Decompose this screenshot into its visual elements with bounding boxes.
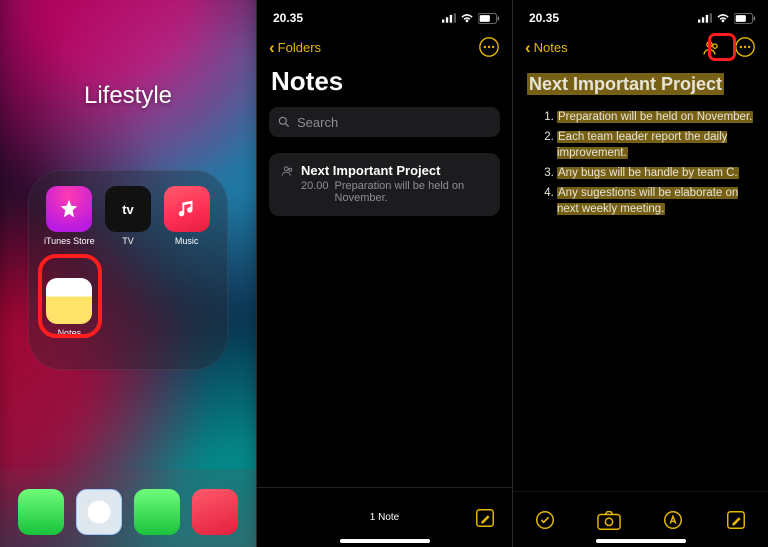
list-item: Any bugs will be handle by team C. bbox=[557, 165, 754, 182]
note-title: Next Important Project bbox=[527, 73, 724, 95]
home-indicator[interactable] bbox=[340, 539, 430, 543]
list-item: Each team leader report the daily improv… bbox=[557, 129, 754, 162]
wifi-icon bbox=[460, 13, 474, 23]
star-icon bbox=[46, 186, 92, 232]
highlight-box bbox=[708, 33, 736, 61]
back-button[interactable]: ‹ Folders bbox=[269, 39, 321, 56]
search-icon bbox=[277, 115, 291, 129]
app-label: TV bbox=[122, 236, 134, 246]
signal-icon bbox=[442, 13, 456, 23]
home-indicator[interactable] bbox=[596, 539, 686, 543]
more-button[interactable] bbox=[478, 36, 500, 58]
nav-bar: ‹ Folders bbox=[257, 28, 512, 64]
search-input[interactable]: Search bbox=[269, 107, 500, 137]
dock bbox=[0, 469, 256, 547]
status-time: 20.35 bbox=[529, 11, 559, 25]
battery-icon bbox=[478, 13, 500, 24]
note-count: 1 Note bbox=[370, 512, 399, 523]
note-content-list: Preparation will be held on November. Ea… bbox=[527, 109, 754, 218]
signal-icon bbox=[698, 13, 712, 23]
status-time: 20.35 bbox=[273, 11, 303, 25]
camera-button[interactable] bbox=[597, 509, 621, 531]
dock-app-music[interactable] bbox=[192, 489, 238, 535]
note-body[interactable]: Next Important Project Preparation will … bbox=[513, 64, 768, 218]
search-placeholder: Search bbox=[297, 115, 338, 130]
chevron-left-icon: ‹ bbox=[269, 39, 275, 56]
more-button[interactable] bbox=[734, 36, 756, 58]
music-note-icon bbox=[164, 186, 210, 232]
note-title: Next Important Project bbox=[301, 163, 440, 178]
list-item: Any sugestions will be elaborate on next… bbox=[557, 185, 754, 218]
back-button[interactable]: ‹ Notes bbox=[525, 39, 568, 56]
highlight-box bbox=[38, 254, 102, 338]
app-tv[interactable]: tv TV bbox=[101, 186, 156, 266]
dock-app-safari[interactable] bbox=[76, 489, 122, 535]
notes-list-screen: 20.35 ‹ Folders Notes Search Next Import… bbox=[256, 0, 512, 547]
app-music[interactable]: Music bbox=[159, 186, 214, 266]
note-time: 20.00 bbox=[301, 180, 329, 204]
back-label: Folders bbox=[278, 40, 321, 55]
home-screen: Lifestyle iTunes Store tv TV Music Notes bbox=[0, 0, 256, 547]
status-bar: 20.35 bbox=[257, 0, 512, 28]
checklist-button[interactable] bbox=[534, 509, 556, 531]
chevron-left-icon: ‹ bbox=[525, 39, 531, 56]
note-list-item[interactable]: Next Important Project 20.00 Preparation… bbox=[269, 153, 500, 216]
page-title: Notes bbox=[257, 64, 512, 107]
folder-title: Lifestyle bbox=[0, 82, 256, 110]
toolbar: 1 Note bbox=[257, 487, 512, 547]
battery-icon bbox=[734, 13, 756, 24]
back-label: Notes bbox=[534, 40, 568, 55]
dock-app-messages[interactable] bbox=[134, 489, 180, 535]
app-label: Music bbox=[175, 236, 199, 246]
app-label: iTunes Store bbox=[44, 236, 95, 246]
list-item: Preparation will be held on November. bbox=[557, 109, 754, 126]
compose-button[interactable] bbox=[725, 509, 747, 531]
note-detail-screen: 20.35 ‹ Notes Next Important Project Pre… bbox=[512, 0, 768, 547]
compose-button[interactable] bbox=[474, 507, 496, 529]
wifi-icon bbox=[716, 13, 730, 23]
status-bar: 20.35 bbox=[513, 0, 768, 28]
dock-app-phone[interactable] bbox=[18, 489, 64, 535]
shared-icon bbox=[281, 164, 295, 178]
note-preview: Preparation will be held on November. bbox=[335, 180, 488, 204]
markup-button[interactable] bbox=[662, 509, 684, 531]
appletv-icon: tv bbox=[105, 186, 151, 232]
